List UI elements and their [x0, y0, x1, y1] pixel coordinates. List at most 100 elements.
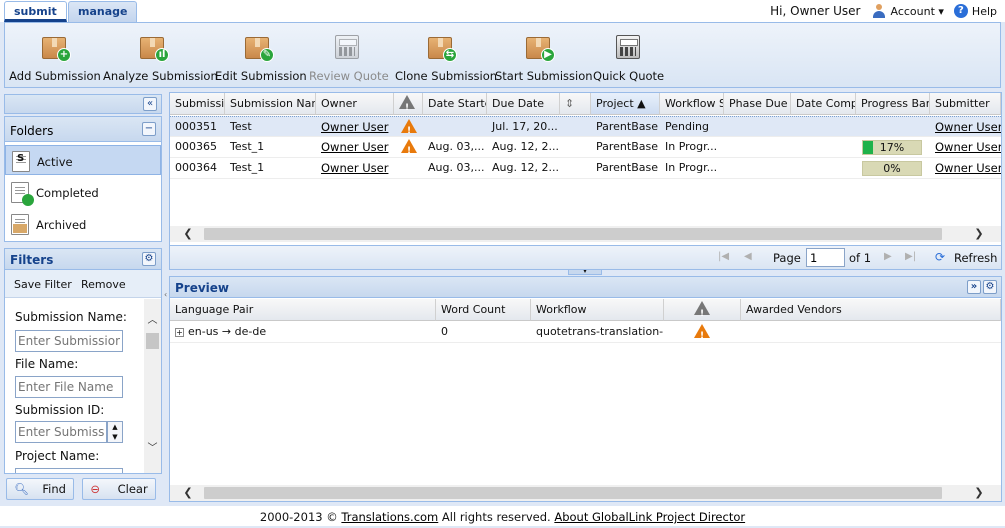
submission-id-cell: 000351 — [175, 120, 217, 133]
company-link[interactable]: Translations.com — [341, 510, 438, 524]
first-page-icon[interactable]: |◀ — [718, 251, 729, 262]
col-phase-due-date[interactable]: Phase Due D — [724, 93, 791, 115]
submitter-cell[interactable]: Owner User — [930, 158, 1001, 179]
folder-completed[interactable]: Completed — [5, 177, 161, 207]
help-link[interactable]: Help — [972, 5, 997, 18]
add-submission-icon: + — [42, 33, 71, 62]
expand-row-icon[interactable]: + — [175, 328, 184, 337]
submitter-cell[interactable]: Owner User — [930, 117, 1001, 138]
last-page-icon[interactable]: ▶| — [905, 251, 916, 262]
project-name-input[interactable] — [15, 468, 123, 473]
col-date-completed[interactable]: Date Compl — [791, 93, 856, 115]
split-collapse-handle-icon[interactable]: ▾ — [568, 269, 602, 275]
scroll-down-icon[interactable]: ﹀ — [144, 441, 161, 457]
quick-quote-button[interactable]: Quick Quote — [593, 29, 664, 85]
submission-name-cell: Test_1 — [230, 140, 265, 153]
owner-cell[interactable]: Owner User — [316, 158, 394, 179]
col-progress-bar[interactable]: Progress Bar — [856, 93, 930, 115]
table-row[interactable]: 000365 Test_1 Owner User Aug. 03,... Aug… — [170, 137, 1001, 158]
col-due-date[interactable]: Due Date — [487, 93, 560, 115]
tab-submit[interactable]: submit — [4, 1, 67, 22]
col-owner[interactable]: Owner — [316, 93, 394, 115]
col-awarded-vendors[interactable]: Awarded Vendors — [741, 299, 1001, 321]
submitter-link[interactable]: Owner User — [935, 120, 1001, 134]
quick-quote-icon — [616, 35, 640, 59]
greeting: Hi, Owner User — [770, 4, 861, 18]
col-submission-id[interactable]: Submissio — [170, 93, 225, 115]
submission-id-spinner[interactable]: ▲ ▼ — [107, 421, 123, 443]
col-word-count[interactable]: Word Count — [436, 299, 531, 321]
preview-header: Preview » ⚙ — [169, 276, 1002, 298]
grid-scroll-thumb[interactable] — [204, 228, 942, 240]
submission-name-input[interactable] — [15, 330, 123, 352]
owner-cell[interactable]: Owner User — [316, 117, 394, 138]
remove-filter-button[interactable]: Remove — [81, 278, 126, 291]
col-date-started[interactable]: Date Started — [423, 93, 487, 115]
owner-link[interactable]: Owner User — [321, 140, 388, 154]
submission-id-input[interactable] — [15, 421, 107, 443]
preview-horizontal-scrollbar[interactable]: ❮ ❯ — [170, 485, 1001, 501]
submitter-cell[interactable]: Owner User — [930, 137, 1001, 158]
table-row[interactable]: + en-us → de-de 0 quotetrans-translation-… — [170, 322, 1001, 343]
prev-page-icon[interactable]: ◀ — [744, 251, 752, 262]
col-workflow[interactable]: Workflow — [531, 299, 664, 321]
col-alert[interactable] — [394, 93, 423, 115]
filters-title: Filters — [10, 253, 54, 267]
clear-button[interactable]: ⊖ Clear — [82, 478, 156, 500]
edit-submission-button[interactable]: ✎ Edit Submission — [215, 29, 307, 85]
clone-submission-button[interactable]: ⇆ Clone Submission — [395, 29, 497, 85]
save-filter-button[interactable]: Save Filter — [14, 278, 72, 291]
page-number-input[interactable] — [806, 248, 845, 267]
scroll-left-icon[interactable]: ❮ — [180, 226, 196, 242]
submitter-link[interactable]: Owner User — [935, 140, 1001, 154]
project-cell: ParentBase — [596, 140, 658, 153]
owner-cell[interactable]: Owner User — [316, 137, 394, 158]
folder-active[interactable]: S Active — [5, 145, 161, 175]
col-submission-name[interactable]: Submission Name — [225, 93, 316, 115]
tab-manage[interactable]: manage — [68, 1, 138, 22]
collapse-left-panel-icon[interactable]: « — [143, 97, 157, 111]
filters-scrollbar[interactable]: ︿ ﹀ — [144, 299, 161, 473]
folders-title: Folders — [10, 124, 54, 138]
col-priority[interactable]: ⇕ — [560, 93, 591, 115]
review-quote-button[interactable]: Review Quote — [309, 29, 389, 85]
owner-link[interactable]: Owner User — [321, 120, 388, 134]
add-submission-button[interactable]: + Add Submission — [9, 29, 101, 85]
file-name-input[interactable] — [15, 376, 123, 398]
expand-preview-icon[interactable]: » — [967, 280, 981, 294]
folder-archived[interactable]: Archived — [5, 209, 161, 239]
help-icon[interactable]: ? — [953, 4, 968, 18]
collapse-folders-icon[interactable]: − — [142, 122, 156, 136]
next-page-icon[interactable]: ▶ — [884, 251, 892, 262]
due-date-cell: Aug. 12, 2... — [492, 140, 559, 153]
progress-cell: 0% — [856, 158, 930, 179]
col-workflow-status[interactable]: Workflow St — [660, 93, 724, 115]
warning-icon — [401, 119, 417, 138]
col-submitter[interactable]: Submitter — [930, 93, 1001, 115]
start-submission-button[interactable]: ▶ Start Submission — [495, 29, 593, 85]
scroll-left-icon[interactable]: ❮ — [180, 485, 196, 501]
scroll-thumb[interactable] — [146, 333, 159, 349]
col-language-pair[interactable]: Language Pair — [170, 299, 436, 321]
table-row[interactable]: 000351 Test Owner User Jul. 17, 20... Pa… — [170, 116, 1001, 138]
owner-link[interactable]: Owner User — [321, 161, 388, 175]
col-project[interactable]: Project ▲ — [591, 93, 660, 115]
scroll-right-icon[interactable]: ❯ — [971, 485, 987, 501]
account-menu[interactable]: Account ▾ — [890, 5, 943, 18]
scroll-right-icon[interactable]: ❯ — [971, 226, 987, 242]
preview-settings-icon[interactable]: ⚙ — [983, 280, 997, 294]
pager: |◀ ◀ Page of 1 ▶ ▶| ⟳ Refresh — [170, 245, 1001, 269]
top-bar: submit manage Hi, Owner User Account ▾ ?… — [0, 0, 1005, 22]
grid-horizontal-scrollbar[interactable]: ❮ ❯ — [170, 226, 1001, 242]
about-link[interactable]: About GlobalLink Project Director — [554, 510, 745, 524]
preview-scroll-thumb[interactable] — [204, 487, 942, 499]
submitter-link[interactable]: Owner User — [935, 161, 1001, 175]
find-button[interactable]: 🔍︎ Find — [6, 478, 74, 500]
refresh-button[interactable]: Refresh — [954, 251, 997, 265]
scroll-up-icon[interactable]: ︿ — [144, 313, 161, 329]
splitter-handle-icon[interactable]: ‹ — [164, 290, 168, 302]
analyze-submission-button[interactable]: ıl Analyze Submission — [103, 29, 218, 85]
table-row[interactable]: 000364 Test_1 Owner User Aug. 03,... Aug… — [170, 158, 1001, 179]
col-preview-alert[interactable] — [664, 299, 741, 321]
filter-settings-icon[interactable]: ⚙ — [142, 252, 156, 266]
